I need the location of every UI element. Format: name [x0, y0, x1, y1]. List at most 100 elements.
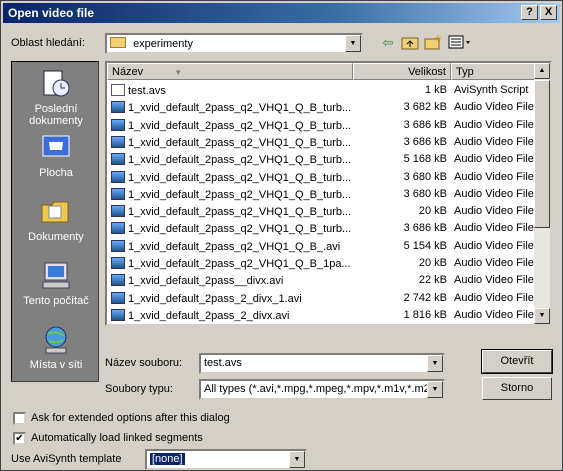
file-name: 1_xvid_default_2pass_q2_VHQ1_Q_B_turb...	[111, 118, 351, 132]
chevron-down-icon[interactable]: ▼	[427, 381, 443, 398]
file-name-text: 1_xvid_default_2pass_q2_VHQ1_Q_B_turb...	[128, 171, 351, 184]
file-type: Audio Video File	[454, 257, 534, 269]
file-row[interactable]: 1_xvid_default_2pass_q2_VHQ1_Q_B_turb...…	[107, 220, 536, 237]
file-name-text: 1_xvid_default_2pass_q2_VHQ1_Q_B_turb...	[128, 188, 351, 201]
file-type: Audio Video File	[454, 274, 534, 287]
title-bar: Open video file	[3, 3, 560, 23]
file-row[interactable]: 1_xvid_default_2pass_q2_VHQ1_Q_B_turb...…	[107, 186, 536, 203]
file-name-text: 1_xvid_default_2pass_q2_VHQ1_Q_B_turb...	[128, 223, 351, 236]
documents-folder-icon	[40, 196, 72, 228]
file-name-text: 1_xvid_default_2pass_q2_VHQ1_Q_B_turb...	[128, 154, 351, 167]
file-type: Audio Video File	[454, 187, 534, 200]
network-places-icon	[40, 324, 72, 356]
filename-combo[interactable]: test.avs ▼	[199, 353, 445, 374]
new-folder-icon[interactable]	[423, 34, 443, 52]
sort-arrow-icon: ▼	[174, 68, 183, 77]
file-type: Audio Video File	[454, 101, 534, 114]
file-name: 1_xvid_default_2pass_q2_VHQ1_Q_B_1pa...	[111, 257, 351, 270]
file-row[interactable]: 1_xvid_default_2pass_2_divx.avi 1 816 kB A…	[107, 307, 536, 324]
file-row[interactable]: test.avs 1 kB AviSynth Script	[107, 82, 536, 99]
place-label: Poslední dokumenty	[29, 103, 83, 127]
file-row[interactable]: 1_xvid_default_2pass_q2_VHQ1_Q_B_turb...…	[107, 117, 536, 134]
load-linked-segments-checkbox[interactable]: ✔	[13, 432, 26, 445]
video-file-icon	[111, 239, 125, 252]
column-header-type[interactable]: Typ	[451, 63, 541, 80]
place-desktop[interactable]: Plocha	[12, 132, 100, 179]
open-video-dialog: Open video file ? X Oblast hledání: expe…	[0, 0, 563, 471]
file-name: 1_xvid_default_2pass__divx.avi	[111, 274, 351, 287]
file-row[interactable]: 1_xvid_default_2pass_q2_VHQ1_Q_B_turb...…	[107, 99, 536, 116]
place-documents[interactable]: Dokumenty	[12, 196, 100, 243]
vertical-scrollbar[interactable]: ▲ ▼	[534, 63, 550, 324]
help-button[interactable]: ?	[521, 5, 538, 20]
template-label: Use AviSynth template	[11, 453, 122, 465]
file-row[interactable]: 1_xvid_default_2pass__divx.avi 22 kB Audio…	[107, 272, 536, 289]
file-row[interactable]: 1_xvid_default_2pass_q2_VHQ1_Q_B_turb...…	[107, 203, 536, 220]
file-row[interactable]: 1_xvid_default_2pass_q2_VHQ1_Q_B_.avi 5 1…	[107, 238, 536, 255]
video-file-icon	[111, 291, 125, 304]
place-recent-documents[interactable]: Poslední dokumenty	[12, 68, 100, 127]
dialog-title: Open video file	[8, 6, 95, 20]
file-row[interactable]: 1_xvid_default_2pass_q2_VHQ1_Q_B_turb...…	[107, 151, 536, 168]
file-row[interactable]: 1_xvid_default_2pass_q2_VHQ1_Q_B_turb...…	[107, 134, 536, 151]
scroll-down-icon[interactable]: ▼	[534, 308, 550, 324]
video-file-icon	[111, 274, 125, 287]
look-in-combo[interactable]: experimenty ▼	[105, 33, 363, 54]
extended-options-label: Ask for extended options after this dial…	[31, 412, 230, 424]
video-file-icon	[111, 308, 125, 321]
video-file-icon	[111, 170, 125, 183]
place-network[interactable]: Místa v síti	[12, 324, 100, 371]
video-file-icon	[111, 205, 125, 218]
chevron-down-icon[interactable]: ▼	[289, 451, 305, 468]
file-name-text: 1_xvid_default_2pass_q2_VHQ1_Q_B_.avi	[128, 240, 341, 253]
filename-value: test.avs	[204, 357, 242, 369]
scroll-up-icon[interactable]: ▲	[534, 63, 550, 79]
view-menu-icon[interactable]	[447, 34, 473, 52]
file-name: 1_xvid_default_2pass_q2_VHQ1_Q_B_turb...	[111, 101, 351, 114]
file-size: 22 kB	[418, 274, 447, 287]
place-label: Místa v síti	[29, 359, 83, 371]
file-size: 5 154 kB	[403, 239, 447, 252]
column-header-name[interactable]: Název ▼	[107, 63, 353, 80]
file-name-text: 1_xvid_default_2pass_2_divx.avi	[128, 309, 290, 322]
open-button[interactable]: Otevřít	[481, 349, 553, 374]
chevron-down-icon[interactable]: ▼	[427, 355, 443, 372]
video-file-icon	[111, 135, 125, 148]
extended-options-checkbox[interactable]	[13, 412, 26, 425]
file-name: 1_xvid_default_2pass_q2_VHQ1_Q_B_turb...	[111, 222, 351, 235]
column-name-label: Název	[112, 66, 144, 78]
file-row[interactable]: 1_xvid_default_2pass_q2_VHQ1_Q_B_turb...…	[107, 169, 536, 186]
file-size: 1 kB	[424, 84, 447, 96]
cancel-button[interactable]: Storno	[482, 377, 552, 400]
place-my-computer[interactable]: Tento počítač	[12, 260, 100, 307]
look-in-value: experimenty	[133, 38, 193, 50]
filetype-value: All types (*.avi,*.mpg,*.mpeg,*.mpv,*.m1…	[204, 383, 436, 395]
file-size: 3 680 kB	[403, 170, 447, 183]
file-row[interactable]: 1_xvid_default_2pass_2_divx_1.avi 2 742 k…	[107, 290, 536, 307]
column-header-size[interactable]: Velikost	[353, 63, 451, 80]
template-combo[interactable]: [none] ▼	[145, 449, 307, 470]
filetype-combo[interactable]: All types (*.avi,*.mpg,*.mpeg,*.mpv,*.m1…	[199, 379, 445, 400]
up-folder-icon[interactable]	[400, 34, 420, 52]
file-name: 1_xvid_default_2pass_2_divx.avi	[111, 308, 351, 322]
file-type: Audio Video File	[454, 153, 534, 166]
file-size: 20 kB	[418, 205, 447, 218]
desktop-icon	[40, 132, 72, 164]
file-row[interactable]: 1_xvid_default_2pass_q2_VHQ1_Q_B_1pa... 2…	[107, 255, 536, 272]
close-button[interactable]: X	[540, 5, 557, 20]
scroll-thumb[interactable]	[534, 80, 550, 228]
template-value: [none]	[150, 453, 185, 465]
file-name: 1_xvid_default_2pass_2_divx_1.avi	[111, 291, 351, 305]
file-size: 3 686 kB	[403, 118, 447, 131]
chevron-down-icon[interactable]: ▼	[345, 35, 361, 52]
file-list[interactable]: Název ▼ Velikost Typ test.avs 1 kB AviSynt…	[105, 61, 552, 326]
file-name: 1_xvid_default_2pass_q2_VHQ1_Q_B_turb...	[111, 135, 351, 149]
back-arrow-icon[interactable]: ⇦	[378, 34, 398, 52]
file-name: 1_xvid_default_2pass_q2_VHQ1_Q_B_.avi	[111, 239, 351, 253]
computer-icon	[40, 260, 72, 292]
file-name-text: 1_xvid_default_2pass_q2_VHQ1_Q_B_turb...	[128, 206, 351, 219]
file-size: 3 686 kB	[403, 135, 447, 148]
file-row[interactable]: 1_xvid_default_1pass_q2_VHQ1_Q_B_def...5…	[107, 324, 536, 326]
file-type: Audio Video File	[454, 205, 534, 218]
video-file-icon	[111, 153, 125, 166]
